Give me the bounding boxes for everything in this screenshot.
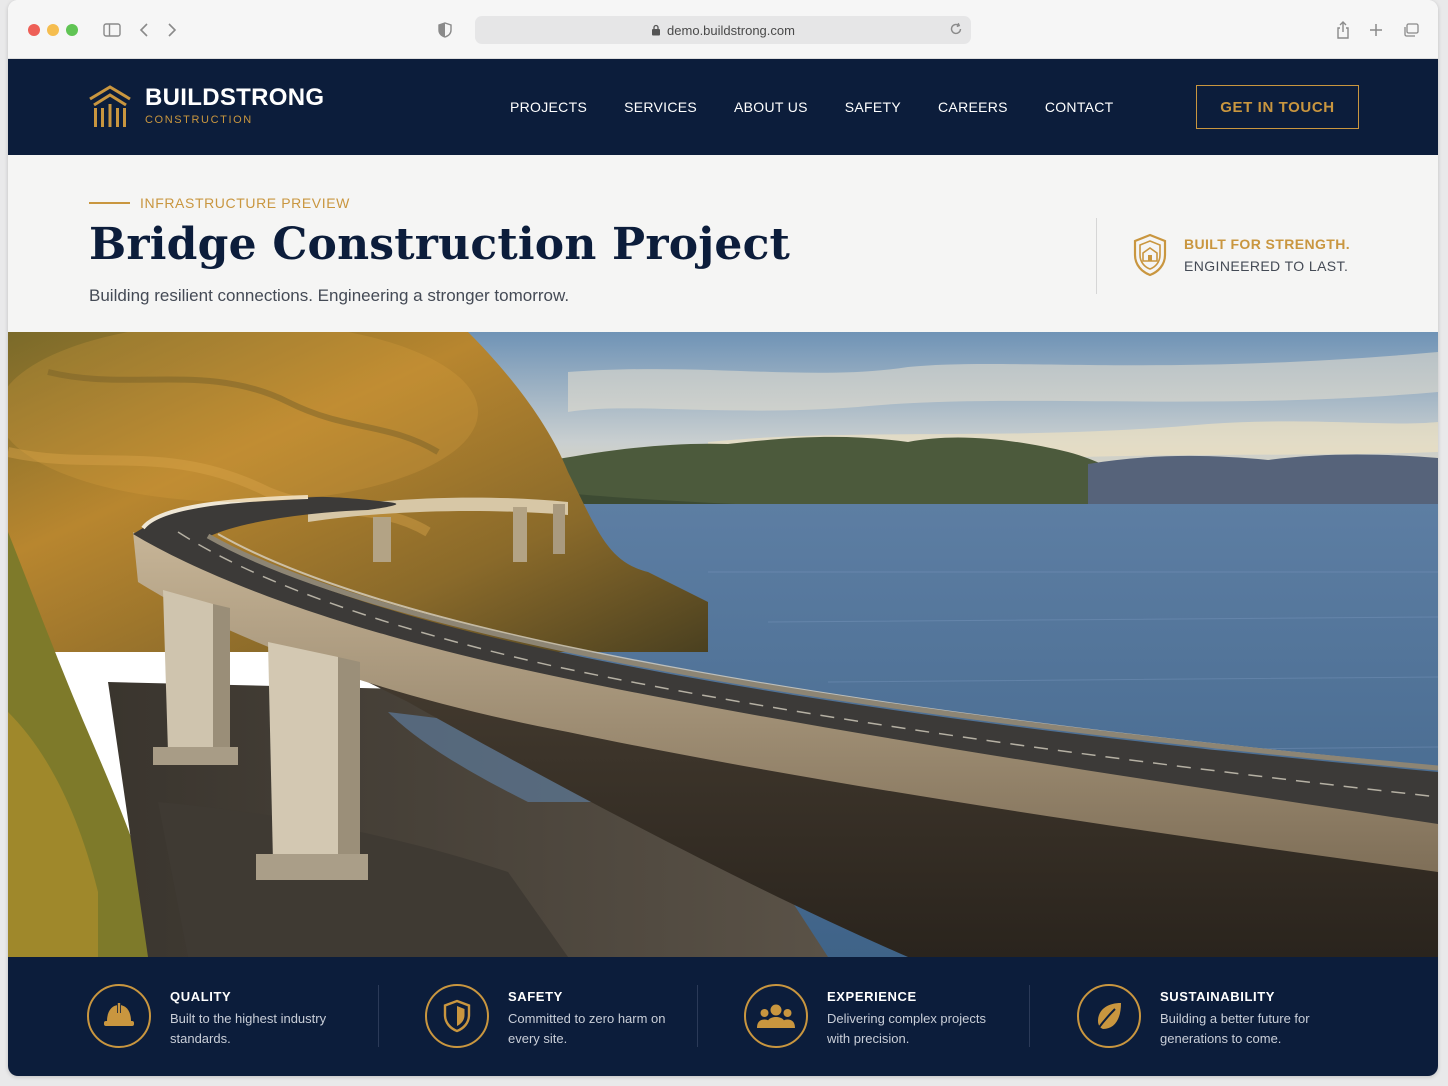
feature-title: SUSTAINABILITY xyxy=(1160,989,1276,1004)
nav-careers[interactable]: CAREERS xyxy=(938,99,1008,115)
tagline-line-2: ENGINEERED TO LAST. xyxy=(1184,258,1349,274)
forward-icon[interactable] xyxy=(167,18,177,42)
page-title: Bridge Construction Project xyxy=(89,219,791,270)
eyebrow-text: INFRASTRUCTURE PREVIEW xyxy=(140,195,350,211)
feature-title: SAFETY xyxy=(508,989,563,1004)
vertical-divider xyxy=(1096,218,1097,294)
building-logo-icon xyxy=(89,85,131,127)
feature-title: EXPERIENCE xyxy=(827,989,917,1004)
site-header: BUILDSTRONG CONSTRUCTION PROJECTS SERVIC… xyxy=(8,59,1438,155)
eyebrow-line xyxy=(89,202,130,204)
zoom-window-button[interactable] xyxy=(66,24,78,36)
nav-projects[interactable]: PROJECTS xyxy=(510,99,587,115)
page-subtitle: Building resilient connections. Engineer… xyxy=(89,286,570,305)
feature-text: Delivering complex projects with precisi… xyxy=(827,1011,986,1046)
tab-overview-icon[interactable] xyxy=(1403,18,1419,42)
nav-safety[interactable]: SAFETY xyxy=(845,99,901,115)
feature-safety: SAFETY Committed to zero harm on every s… xyxy=(425,984,668,1049)
feature-divider xyxy=(378,985,379,1047)
shield-badge-icon xyxy=(1133,233,1167,277)
brand-subtitle: CONSTRUCTION xyxy=(145,114,253,126)
feature-text: Committed to zero harm on every site. xyxy=(508,1011,666,1046)
nav-services[interactable]: SERVICES xyxy=(624,99,697,115)
leaf-icon xyxy=(1077,984,1141,1048)
brand-logo[interactable]: BUILDSTRONG CONSTRUCTION xyxy=(87,84,324,128)
browser-window: demo.buildstrong.com BUILDSTRONG CONSTRU… xyxy=(8,0,1438,1076)
get-in-touch-button[interactable]: GET IN TOUCH xyxy=(1196,85,1359,129)
main-nav: PROJECTS SERVICES ABOUT US SAFETY CAREER… xyxy=(510,59,1151,155)
shield-icon xyxy=(425,984,489,1048)
feature-title: QUALITY xyxy=(170,989,232,1004)
nav-contact[interactable]: CONTACT xyxy=(1045,99,1114,115)
feature-text: Building a better future for generations… xyxy=(1160,1011,1310,1046)
close-window-button[interactable] xyxy=(28,24,40,36)
privacy-shield-icon[interactable] xyxy=(438,18,452,42)
new-tab-icon[interactable] xyxy=(1369,18,1383,42)
sidebar-toggle-icon[interactable] xyxy=(103,18,121,42)
feature-text: Built to the highest industry standards. xyxy=(170,1011,327,1046)
share-icon[interactable] xyxy=(1336,18,1350,42)
reload-icon[interactable] xyxy=(949,22,963,36)
feature-experience: EXPERIENCE Delivering complex projects w… xyxy=(744,984,987,1049)
intro-section: INFRASTRUCTURE PREVIEW Bridge Constructi… xyxy=(8,155,1438,332)
features-strip: QUALITY Built to the highest industry st… xyxy=(8,957,1438,1076)
feature-divider xyxy=(697,985,698,1047)
bridge-photo xyxy=(8,332,1438,957)
tagline: BUILT FOR STRENGTH. ENGINEERED TO LAST. xyxy=(1132,233,1350,277)
url-text: demo.buildstrong.com xyxy=(667,22,795,38)
hard-hat-icon xyxy=(87,984,151,1048)
address-bar[interactable]: demo.buildstrong.com xyxy=(475,16,971,44)
tagline-line-1: BUILT FOR STRENGTH. xyxy=(1184,236,1350,252)
feature-divider xyxy=(1029,985,1030,1047)
back-icon[interactable] xyxy=(139,18,149,42)
lock-icon xyxy=(651,24,661,36)
nav-about-us[interactable]: ABOUT US xyxy=(734,99,808,115)
minimize-window-button[interactable] xyxy=(47,24,59,36)
hero-image xyxy=(8,332,1438,957)
feature-sustainability: SUSTAINABILITY Building a better future … xyxy=(1077,984,1320,1049)
eyebrow: INFRASTRUCTURE PREVIEW xyxy=(89,195,350,211)
feature-quality: QUALITY Built to the highest industry st… xyxy=(87,984,330,1049)
team-icon xyxy=(744,984,808,1048)
browser-toolbar: demo.buildstrong.com xyxy=(8,0,1438,59)
brand-name: BUILDSTRONG xyxy=(145,84,325,111)
